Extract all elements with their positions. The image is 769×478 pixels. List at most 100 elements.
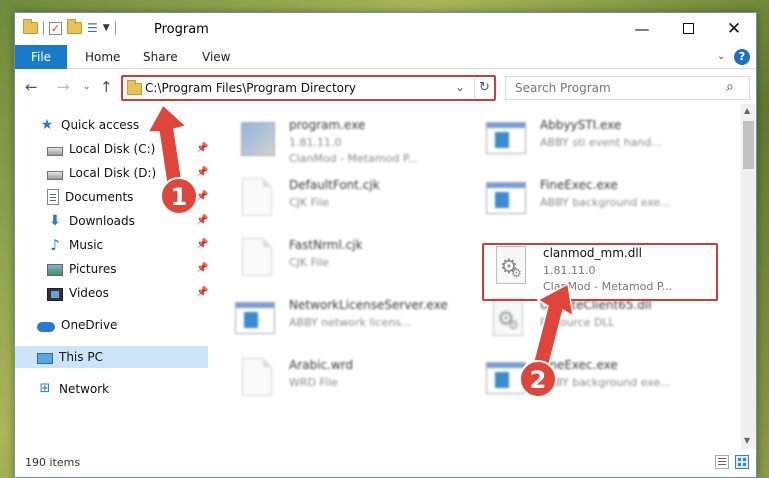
sidebar-item-documents[interactable]: Documents 📌: [15, 186, 208, 208]
tab-file[interactable]: File: [15, 45, 67, 69]
sidebar-item-label: Documents: [65, 190, 134, 204]
file-detail: ClanMod - Metamod P...: [289, 152, 419, 165]
sidebar-item-label: Videos: [69, 286, 109, 300]
sidebar-item-downloads[interactable]: ⬇ Downloads 📌: [15, 210, 208, 232]
search-placeholder: Search Program: [515, 81, 611, 95]
explorer-window: ✓ ☰ ▼ Program — ✕ File Home Share View ⌄…: [14, 12, 757, 478]
quick-access-star-icon: ★: [40, 117, 54, 133]
sidebar-item-label: Local Disk (D:): [69, 166, 157, 180]
sidebar-item-network[interactable]: ⊞ Network: [15, 378, 208, 400]
file-item[interactable]: FineExec.exe ABBY background exe...: [486, 176, 736, 232]
scroll-down-icon[interactable]: ▼: [744, 436, 750, 445]
file-detail: ABBY sti event hand...: [540, 136, 662, 149]
file-detail: ABBY network licens...: [289, 316, 412, 329]
toolbar-separator: [114, 21, 116, 35]
close-button[interactable]: ✕: [711, 13, 756, 45]
search-input[interactable]: Search Program ⌕: [505, 76, 750, 100]
sidebar-item-local-disk-d[interactable]: Local Disk (D:) 📌: [15, 162, 208, 184]
sidebar-item-local-disk-c[interactable]: Local Disk (C:) 📌: [15, 138, 208, 160]
exe-window-icon: [486, 358, 530, 402]
exe-window-icon: [486, 178, 530, 222]
onedrive-cloud-icon: [37, 322, 55, 332]
pin-icon: 📌: [196, 239, 209, 250]
file-item[interactable]: DefaultFont.cjk CJK File: [235, 176, 485, 232]
item-count: 190 items: [25, 456, 81, 469]
navigation-pane: ★ Quick access Local Disk (C:) 📌 Local D…: [15, 104, 210, 449]
sidebar-item-label: Network: [59, 382, 110, 396]
file-detail: WRD File: [289, 376, 338, 389]
quick-access-toolbar: ✓ ☰ ▼: [23, 19, 116, 35]
scroll-up-icon[interactable]: ▲: [744, 106, 750, 115]
file-item[interactable]: ⚙ ⚙ UpdateClient65.dll Resource DLL: [486, 296, 736, 352]
address-row: ← → ⌄ ↑ C:\Program Files\Program Directo…: [15, 70, 756, 104]
sidebar-item-quick-access[interactable]: ★ Quick access: [15, 114, 208, 136]
sidebar-item-label: Quick access: [61, 118, 140, 132]
sidebar-item-this-pc[interactable]: This PC: [15, 346, 208, 368]
help-icon[interactable]: ?: [734, 49, 750, 65]
file-name: Arabic.wrd: [289, 358, 354, 372]
search-icon[interactable]: ⌕: [726, 79, 734, 95]
tab-home[interactable]: Home: [85, 45, 120, 69]
file-item[interactable]: Arabic.wrd WRD File: [235, 356, 485, 412]
pin-icon: 📌: [196, 287, 209, 298]
sidebar-item-pictures[interactable]: Pictures 📌: [15, 258, 208, 280]
tab-view[interactable]: View: [202, 45, 230, 69]
file-item[interactable]: program.exe 1.81.11.0 ClanMod - Metamod …: [235, 116, 485, 172]
file-detail: Resource DLL: [540, 316, 615, 329]
file-name: FineExec.exe: [540, 178, 618, 192]
file-detail: 1.81.11.0: [289, 136, 342, 149]
sidebar-item-onedrive[interactable]: OneDrive: [15, 314, 208, 336]
sidebar-item-label: Downloads: [69, 214, 135, 228]
minimize-button[interactable]: —: [619, 13, 665, 45]
file-item[interactable]: FineExec.exe ABBY background exe...: [486, 356, 736, 412]
customize-toolbar-icon[interactable]: ☰: [87, 21, 98, 35]
file-detail: CJK File: [289, 196, 330, 209]
file-name: FastNrml.cjk: [289, 238, 363, 252]
address-bar-highlight: [121, 75, 496, 101]
pin-icon: 📌: [196, 167, 209, 178]
new-folder-icon[interactable]: [67, 19, 82, 34]
maximize-button[interactable]: [665, 13, 711, 45]
file-list: program.exe 1.81.11.0 ClanMod - Metamod …: [211, 104, 741, 449]
file-detail: CJK File: [289, 256, 330, 269]
file-item[interactable]: NetworkLicenseServer.exe ABBY network li…: [235, 296, 485, 352]
pin-icon: 📌: [196, 143, 209, 154]
recent-locations-chevron-icon[interactable]: ⌄: [83, 82, 91, 92]
dll-gear-icon: ⚙ ⚙: [486, 298, 530, 342]
scrollbar-thumb[interactable]: [743, 121, 754, 169]
details-view-icon[interactable]: [715, 455, 729, 469]
back-arrow-icon[interactable]: ←: [25, 78, 38, 96]
ribbon-tabs: File Home Share View ⌄ ?: [15, 45, 756, 69]
chevron-down-icon[interactable]: ▼: [103, 23, 110, 33]
pin-icon: 📌: [196, 263, 209, 274]
drive-icon: [47, 170, 63, 180]
maximize-icon: [682, 22, 694, 34]
file-item[interactable]: AbbyySTI.exe ABBY sti event hand...: [486, 116, 736, 172]
sidebar-item-label: Music: [69, 238, 104, 252]
status-bar: 190 items: [15, 449, 756, 477]
document-icon: [235, 178, 279, 222]
exe-window-icon: [235, 298, 279, 342]
file-name: DefaultFont.cjk: [289, 178, 380, 192]
vertical-scrollbar[interactable]: ▲ ▼: [741, 104, 756, 449]
up-arrow-icon[interactable]: ↑: [100, 78, 113, 96]
forward-arrow-icon[interactable]: →: [57, 78, 70, 96]
title-bar: ✓ ☰ ▼ Program — ✕: [15, 13, 756, 45]
tab-share[interactable]: Share: [143, 45, 178, 69]
documents-icon: [47, 189, 59, 205]
sidebar-item-label: OneDrive: [61, 318, 118, 332]
videos-icon: [47, 287, 63, 301]
properties-check-icon[interactable]: ✓: [49, 21, 62, 35]
expand-ribbon-chevron-icon[interactable]: ⌄: [717, 51, 725, 62]
download-icon: ⬇: [49, 213, 61, 229]
file-name: FineExec.exe: [540, 358, 618, 372]
toolbar-separator: [43, 21, 44, 35]
large-icons-view-icon[interactable]: [735, 455, 749, 469]
file-item[interactable]: FastNrml.cjk CJK File: [235, 236, 485, 292]
pin-icon: 📌: [196, 191, 209, 202]
pin-icon: 📌: [196, 215, 209, 226]
sidebar-item-music[interactable]: ♪ Music 📌: [15, 234, 208, 256]
music-icon: ♪: [50, 236, 60, 254]
document-icon: [235, 358, 279, 402]
sidebar-item-videos[interactable]: Videos 📌: [15, 282, 208, 304]
